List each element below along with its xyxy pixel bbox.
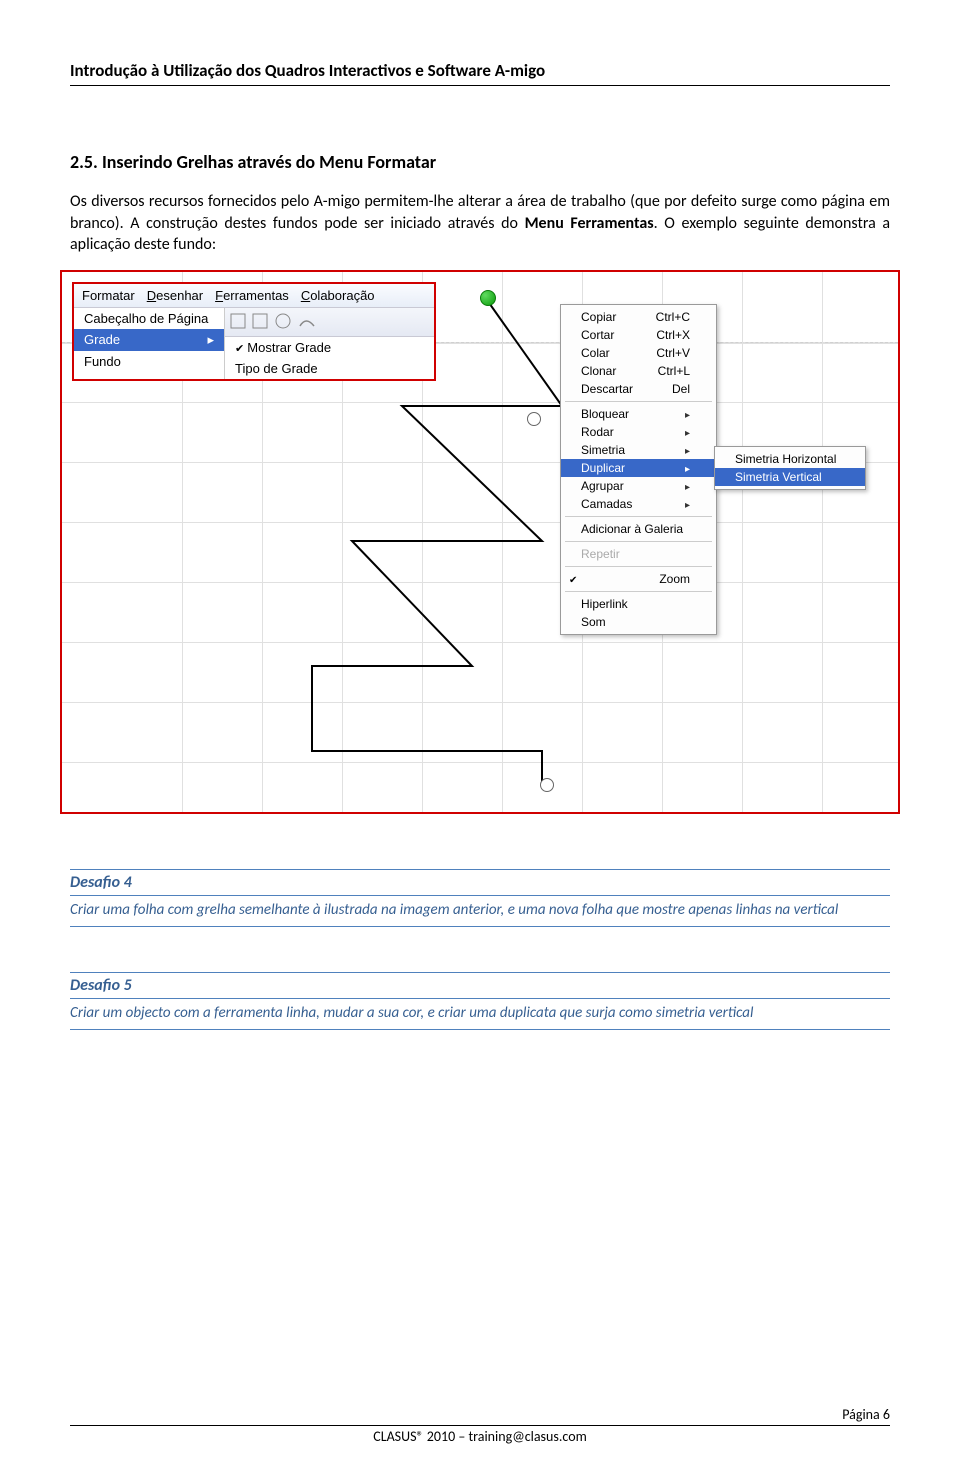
separator-2: [565, 516, 712, 517]
menu-colaboracao[interactable]: Colaboração: [301, 288, 375, 303]
ctx-clonar[interactable]: ClonarCtrl+L: [561, 362, 716, 380]
toolbar-icon-row: [225, 308, 434, 337]
menuitem-cabecalho[interactable]: Cabeçalho de Página: [74, 308, 224, 329]
ctx-simetria[interactable]: Simetria: [561, 441, 716, 459]
white-handle-icon: [540, 778, 554, 792]
separator-4: [565, 566, 712, 567]
screenshot-figure: Formatar Desenhar Ferramentas Colaboraçã…: [60, 270, 900, 814]
ctx-repetir: Repetir: [561, 545, 716, 563]
desafio-4: Desafio 4 Criar uma folha com grelha sem…: [70, 869, 890, 927]
menuitem-mostrar-grade[interactable]: Mostrar Grade: [225, 337, 434, 358]
menubar: Formatar Desenhar Ferramentas Colaboraçã…: [74, 284, 434, 308]
separator-3: [565, 541, 712, 542]
ctx-adicionar-galeria[interactable]: Adicionar à Galeria: [561, 520, 716, 538]
paragraph-bold: Menu Ferramentas: [525, 214, 654, 233]
desafio-5-title: Desafio 5: [70, 973, 890, 999]
ctx-descartar[interactable]: DescartarDel: [561, 380, 716, 398]
desafio-5-body: Criar um objecto com a ferramenta linha,…: [70, 999, 890, 1030]
desafio-4-title: Desafio 4: [70, 870, 890, 896]
ctx-colar[interactable]: ColarCtrl+V: [561, 344, 716, 362]
footer-line: CLASUS® 2010 – training@clasus.com: [70, 1425, 890, 1445]
menu-desenhar[interactable]: Desenhar: [147, 288, 203, 303]
ctx-duplicar[interactable]: Duplicar: [561, 459, 716, 477]
menuitem-grade[interactable]: Grade▸: [74, 329, 224, 351]
submenu-simetria-vertical[interactable]: Simetria Vertical: [715, 468, 865, 486]
ctx-som[interactable]: Som: [561, 613, 716, 631]
menu-ferramentas[interactable]: Ferramentas: [215, 288, 289, 303]
ctx-camadas[interactable]: Camadas: [561, 495, 716, 513]
submenu-simetria-horizontal[interactable]: Simetria Horizontal: [715, 450, 865, 468]
ctx-agrupar[interactable]: Agrupar: [561, 477, 716, 495]
context-menu: CopiarCtrl+C CortarCtrl+X ColarCtrl+V Cl…: [560, 304, 717, 635]
menuitem-fundo[interactable]: Fundo: [74, 351, 224, 372]
intro-paragraph: Os diversos recursos fornecidos pelo A-m…: [70, 191, 890, 256]
section-number: 2.5.: [70, 151, 98, 173]
footer: Página 6 CLASUS® 2010 – training@clasus.…: [70, 1406, 890, 1445]
desafio-4-body: Criar uma folha com grelha semelhante à …: [70, 896, 890, 927]
ctx-rodar[interactable]: Rodar: [561, 423, 716, 441]
section-heading: Inserindo Grelhas através do Menu Format…: [102, 151, 436, 173]
ctx-hiperlink[interactable]: Hiperlink: [561, 595, 716, 613]
menu-formatar[interactable]: Formatar: [82, 288, 135, 303]
section-title: 2.5. Inserindo Grelhas através do Menu F…: [70, 151, 890, 173]
duplicar-submenu: Simetria Horizontal Simetria Vertical: [714, 446, 866, 490]
desafio-5: Desafio 5 Criar um objecto com a ferrame…: [70, 972, 890, 1030]
doc-header: Introdução à Utilização dos Quadros Inte…: [70, 60, 890, 86]
green-handle-icon: [480, 290, 496, 306]
separator: [565, 401, 712, 402]
white-handle-icon-2: [527, 412, 541, 426]
ctx-copiar[interactable]: CopiarCtrl+C: [561, 308, 716, 326]
menuitem-tipo-grade[interactable]: Tipo de Grade: [225, 358, 434, 379]
ctx-bloquear[interactable]: Bloquear: [561, 405, 716, 423]
page-number: Página 6: [70, 1406, 890, 1423]
format-menu-panel: Formatar Desenhar Ferramentas Colaboraçã…: [72, 282, 436, 381]
separator-5: [565, 591, 712, 592]
ctx-cortar[interactable]: CortarCtrl+X: [561, 326, 716, 344]
ctx-zoom[interactable]: Zoom: [561, 570, 716, 588]
